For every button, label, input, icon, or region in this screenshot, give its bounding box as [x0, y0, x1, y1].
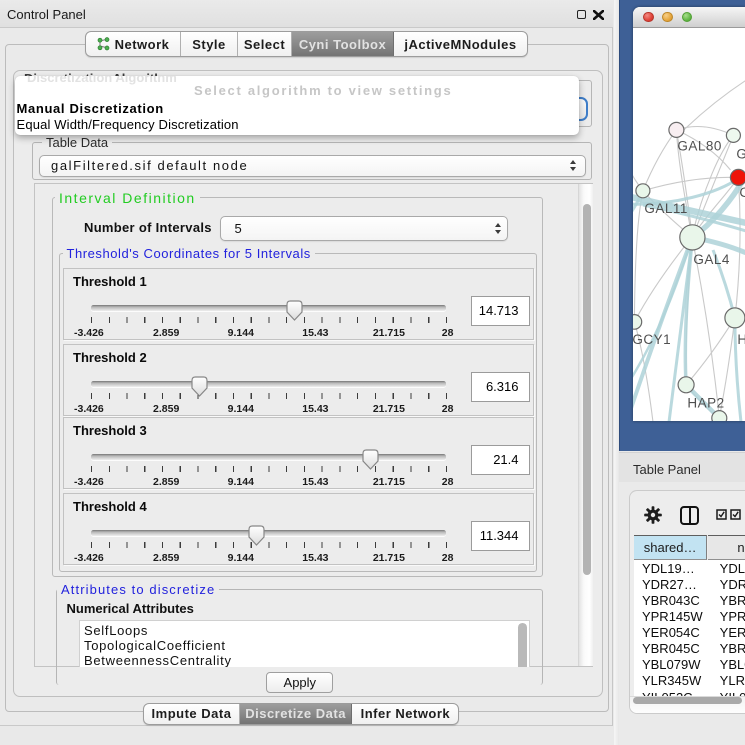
- svg-text:G: G: [736, 147, 745, 162]
- svg-text:C: C: [739, 185, 745, 200]
- svg-text:H: H: [737, 332, 745, 347]
- svg-text:GAL4: GAL4: [693, 252, 730, 267]
- svg-text:HAP2: HAP2: [687, 396, 724, 411]
- svg-text:GCY1: GCY1: [633, 332, 671, 347]
- svg-text:GAL11: GAL11: [644, 201, 688, 216]
- svg-text:GAL80: GAL80: [677, 139, 722, 154]
